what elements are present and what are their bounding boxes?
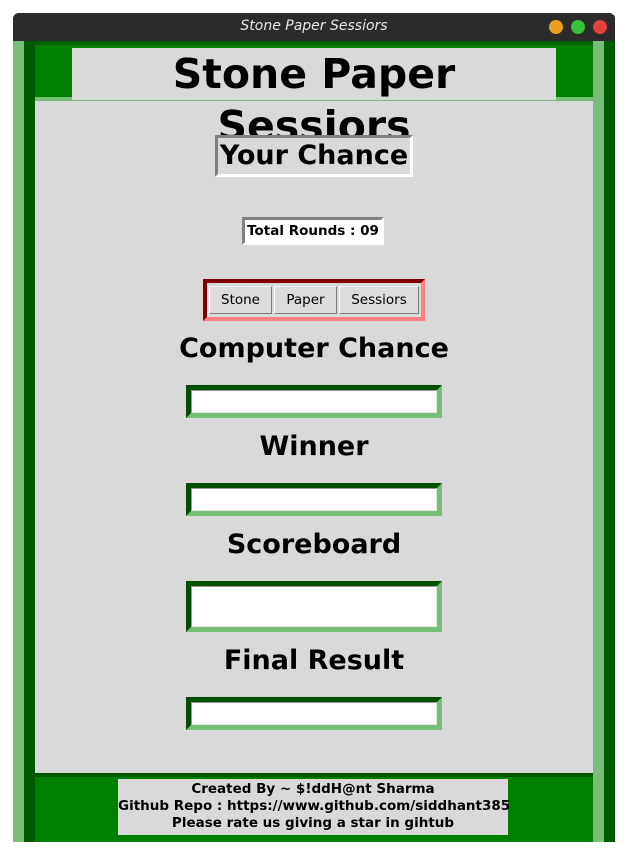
footer-banner: Created By ~ $!ddH@nt Sharma Github Repo… (35, 773, 593, 842)
your-chance-label: Your Chance (215, 135, 413, 177)
computer-chance-label: Computer Chance (179, 333, 449, 364)
winner-field[interactable] (186, 483, 442, 516)
window-title: Stone Paper Sessiors (240, 18, 388, 34)
app-heading: Stone Paper Sessiors (72, 48, 556, 150)
credits-repo: Github Repo : https://www.github.com/sid… (118, 798, 511, 814)
winner-value[interactable] (191, 488, 437, 511)
credits-box: Created By ~ $!ddH@nt Sharma Github Repo… (118, 779, 511, 835)
winner-label: Winner (259, 431, 369, 462)
minimize-button[interactable] (549, 20, 563, 34)
credits-author: Created By ~ $!ddH@nt Sharma (191, 781, 435, 797)
title-bar[interactable]: Stone Paper Sessiors (13, 13, 615, 41)
scoreboard-value[interactable] (191, 586, 437, 627)
total-rounds-label: Total Rounds : 09 (242, 217, 384, 245)
left-border-highlight (13, 41, 24, 842)
final-result-label: Final Result (223, 645, 405, 676)
scoreboard-field[interactable] (186, 581, 442, 632)
scoreboard-label: Scoreboard (226, 529, 402, 560)
maximize-button[interactable] (571, 20, 585, 34)
choice-button-group: Stone Paper Sessiors (203, 279, 425, 321)
sessiors-button[interactable]: Sessiors (339, 286, 419, 314)
final-result-field[interactable] (186, 697, 442, 730)
paper-button[interactable]: Paper (274, 286, 337, 314)
header-banner: Stone Paper Sessiors (35, 41, 593, 150)
close-button[interactable] (593, 20, 607, 34)
final-result-value[interactable] (191, 702, 437, 725)
app-window: Stone Paper Sessiors Stone Paper Sessior… (13, 13, 615, 842)
right-border-shadow (604, 41, 615, 842)
main-content: Stone Paper Sessiors Your Chance Total R… (13, 41, 615, 842)
stone-button[interactable]: Stone (209, 286, 272, 314)
computer-chance-field[interactable] (186, 385, 442, 418)
computer-chance-value[interactable] (191, 390, 437, 413)
credits-rate: Please rate us giving a star in gihtub (171, 815, 455, 831)
